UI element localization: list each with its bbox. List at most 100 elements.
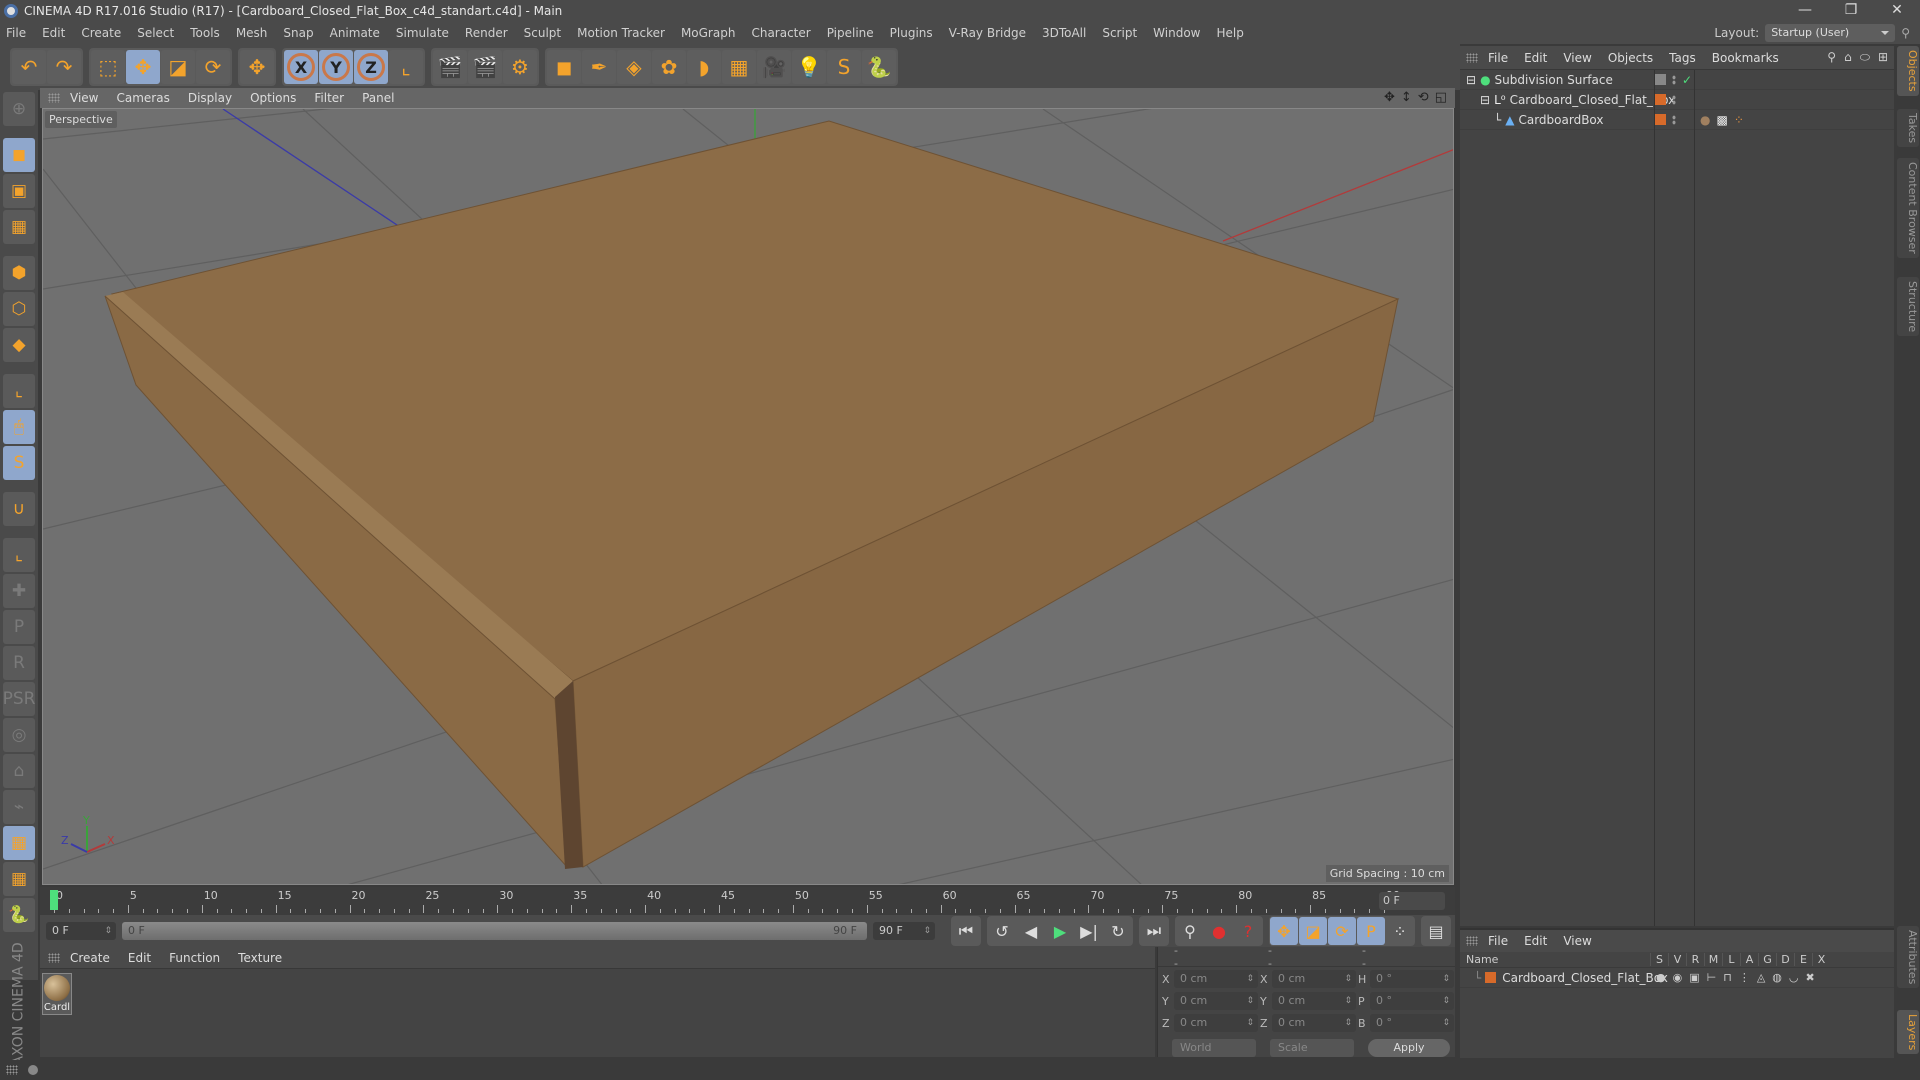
snap-button[interactable]: ∪ — [3, 492, 35, 526]
tab-objects[interactable]: Objects — [1897, 46, 1919, 96]
viewport-menu-view[interactable]: View — [70, 91, 98, 105]
viewport-menu-panel[interactable]: Panel — [362, 91, 394, 105]
cardboard-box[interactable] — [104, 120, 1400, 869]
object-row[interactable]: ⊟ ● Subdivision Surface ✓ — [1460, 70, 1894, 90]
playhead[interactable] — [50, 890, 58, 910]
cloner-button[interactable]: ✿ — [652, 50, 686, 84]
position-z-field[interactable]: 0 cm — [1174, 1014, 1258, 1032]
menu-character[interactable]: Character — [751, 26, 810, 40]
record-button[interactable]: ● — [1205, 917, 1233, 945]
rotate-button[interactable]: ⟳ — [196, 50, 230, 84]
autokey-button[interactable]: ? — [1234, 917, 1262, 945]
menu-create[interactable]: Create — [81, 26, 121, 40]
key-parameter-button[interactable]: P — [1357, 917, 1385, 945]
previous-frame-button[interactable]: ◀ — [1017, 917, 1045, 945]
python-button[interactable]: 🐍 — [862, 50, 896, 84]
add-keyframe-button[interactable]: ✚ — [3, 574, 35, 608]
point-level-key-button[interactable]: ⌁ — [3, 790, 35, 824]
coordinate-mode-dropdown[interactable]: Scale — [1270, 1039, 1354, 1057]
redo-button[interactable]: ↷ — [47, 50, 81, 84]
timeline-ruler[interactable]: 051015202530354045505560657075808590 0 F — [40, 887, 1455, 915]
layer-color-icon[interactable] — [1485, 972, 1497, 983]
visibility-dots-icon[interactable] — [1672, 94, 1676, 105]
edges-mode-button[interactable]: ⬡ — [3, 292, 35, 326]
scale-button[interactable]: ◪ — [161, 50, 195, 84]
object-menu-edit[interactable]: Edit — [1524, 51, 1547, 65]
render-settings-button[interactable]: ⚙ — [503, 50, 537, 84]
position-y-field[interactable]: 0 cm — [1174, 992, 1258, 1010]
texture-mode-button[interactable]: ▣ — [3, 174, 35, 208]
tweak-mode-button[interactable]: 🖱 — [3, 410, 35, 444]
menu-3dtoall[interactable]: 3DToAll — [1042, 26, 1086, 40]
move-view-icon[interactable]: ✥ — [1384, 90, 1395, 105]
uvw-tag-icon[interactable]: ▩ — [1716, 113, 1727, 127]
xref-icon[interactable]: ✖ — [1806, 971, 1815, 984]
next-key-button[interactable]: ↻ — [1104, 917, 1132, 945]
rotation-key-button[interactable]: R — [3, 646, 35, 680]
tree-expand-icon[interactable]: └ — [1494, 113, 1501, 127]
layer-menu-view[interactable]: View — [1563, 934, 1591, 948]
menu-sculpt[interactable]: Sculpt — [524, 26, 561, 40]
layer-row[interactable]: └ Cardboard_Closed_Flat_Box ● ◉ ▣ ⊢ ⊓ ⋮ … — [1460, 968, 1894, 988]
tab-content-browser[interactable]: Content Browser — [1897, 158, 1919, 258]
timeline-button[interactable]: ▤ — [1422, 917, 1450, 945]
pla-key-button[interactable]: ⌂ — [3, 754, 35, 788]
material-menu-texture[interactable]: Texture — [238, 951, 282, 965]
viewport-menu-display[interactable]: Display — [188, 91, 232, 105]
key-rotation-button[interactable]: ⟳ — [1328, 917, 1356, 945]
3d-viewport[interactable]: Perspective Grid Spacing : 10 cm Y X Z — [42, 108, 1454, 885]
maximize-view-icon[interactable]: ◱ — [1435, 90, 1447, 105]
phong-tag-icon[interactable]: ⁘ — [1734, 113, 1744, 127]
parameter-key-button[interactable]: ◎ — [3, 718, 35, 752]
viewport-menu-cameras[interactable]: Cameras — [116, 91, 169, 105]
deformers-icon[interactable]: ◍ — [1772, 971, 1782, 984]
layer-color-icon[interactable] — [1655, 94, 1666, 105]
floor-button[interactable]: ▦ — [722, 50, 756, 84]
search-icon[interactable]: ⚲ — [1901, 26, 1910, 40]
object-row[interactable]: ⊟ L⁰ Cardboard_Closed_Flat_Box — [1460, 90, 1894, 110]
apply-button[interactable]: Apply — [1368, 1039, 1450, 1057]
object-menu-bookmarks[interactable]: Bookmarks — [1712, 51, 1779, 65]
subdivision-button[interactable]: ◈ — [617, 50, 651, 84]
menu-motion-tracker[interactable]: Motion Tracker — [577, 26, 665, 40]
preview-range-slider[interactable]: 0 F 90 F — [122, 922, 867, 940]
layer-column-v[interactable]: V — [1668, 953, 1686, 966]
workplane-grid-button[interactable]: ▦ — [3, 210, 35, 244]
object-row[interactable]: └ ▲ CardboardBox ● ▩ ⁘ — [1460, 110, 1894, 130]
solo-icon[interactable]: ● — [1656, 971, 1666, 984]
live-selection-button[interactable]: ⬚ — [91, 50, 125, 84]
layer-column-m[interactable]: M — [1704, 953, 1722, 966]
key-pla-button[interactable]: ⁘ — [1386, 917, 1414, 945]
menu-help[interactable]: Help — [1216, 26, 1243, 40]
lock-icon[interactable]: ⊓ — [1723, 971, 1732, 984]
panel-grip-icon[interactable] — [1466, 936, 1478, 946]
panel-grip-icon[interactable] — [48, 93, 60, 103]
menu-simulate[interactable]: Simulate — [396, 26, 449, 40]
viewport-menu-filter[interactable]: Filter — [314, 91, 344, 105]
visible-icon[interactable]: ◉ — [1673, 971, 1683, 984]
panel-grip-icon[interactable] — [48, 952, 60, 963]
motion-path-button[interactable]: ⚲ — [1176, 917, 1204, 945]
home-icon[interactable]: ⌂ — [1844, 50, 1852, 65]
position-key-button[interactable]: P — [3, 610, 35, 644]
camera-button[interactable]: 🎥 — [757, 50, 791, 84]
realign-workplane-button[interactable]: ▦ — [3, 862, 35, 896]
enabled-check-icon[interactable]: ✓ — [1682, 73, 1692, 87]
generators-icon[interactable]: ◬ — [1757, 971, 1765, 984]
position-x-field[interactable]: 0 cm — [1174, 970, 1258, 988]
size-y-field[interactable]: 0 cm — [1272, 992, 1356, 1010]
pen-spline-button[interactable]: ✒ — [582, 50, 616, 84]
material-menu-function[interactable]: Function — [169, 951, 220, 965]
python-script-button[interactable]: 🐍 — [3, 898, 35, 932]
animation-icon[interactable]: ⋮ — [1739, 971, 1750, 984]
size-z-field[interactable]: 0 cm — [1272, 1014, 1356, 1032]
workplane-axis-button[interactable]: ⌞ — [3, 538, 35, 572]
new-view-icon[interactable]: ⊞ — [1878, 50, 1888, 65]
close-icon[interactable]: ✕ — [1874, 0, 1920, 22]
layer-column-d[interactable]: D — [1776, 953, 1794, 966]
panel-grip-icon[interactable] — [6, 1065, 18, 1075]
axis-mode-button[interactable]: ⌞ — [3, 374, 35, 408]
zoom-view-icon[interactable]: ↕ — [1401, 90, 1412, 105]
object-menu-view[interactable]: View — [1563, 51, 1591, 65]
current-frame-field[interactable]: 0 F — [1379, 892, 1445, 910]
